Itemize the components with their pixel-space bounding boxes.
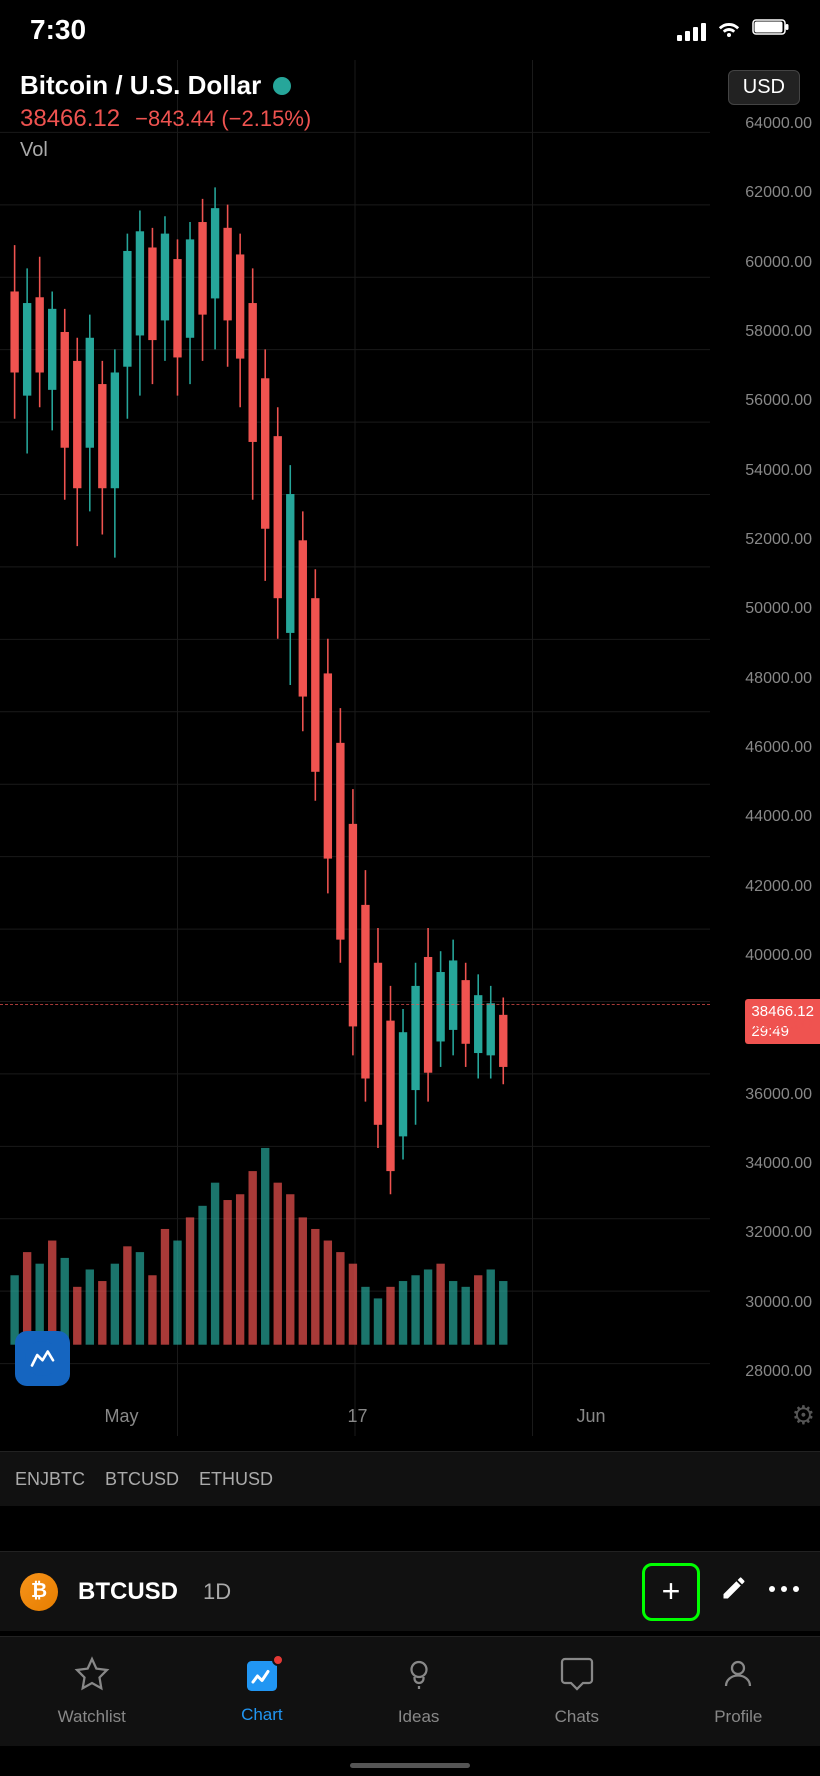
btc-symbol-icon: ₿ bbox=[31, 1580, 47, 1603]
y-label-42000: 42000.00 bbox=[710, 878, 812, 896]
ticker-bar: ENJBTC BTCUSD ETHUSD bbox=[0, 1451, 820, 1506]
signal-bar-3 bbox=[693, 27, 698, 41]
vol-label: Vol bbox=[20, 139, 800, 162]
more-options-button[interactable] bbox=[768, 1578, 800, 1606]
y-label-28000: 28000.00 bbox=[710, 1363, 812, 1381]
symbol-text[interactable]: BTCUSD bbox=[78, 1578, 178, 1606]
add-chart-button[interactable]: + bbox=[642, 1563, 700, 1621]
signal-bars-icon bbox=[677, 19, 706, 41]
nav-chats-label: Chats bbox=[555, 1707, 599, 1727]
ticker-ethusd[interactable]: ETHUSD bbox=[199, 1469, 273, 1490]
chart-notification-badge bbox=[272, 1654, 284, 1666]
y-label-30000: 30000.00 bbox=[710, 1294, 812, 1312]
y-label-54000: 54000.00 bbox=[710, 462, 812, 480]
ellipsis-icon bbox=[768, 1578, 800, 1605]
tradingview-logo[interactable] bbox=[15, 1331, 70, 1386]
nav-chart-label: Chart bbox=[241, 1705, 283, 1725]
battery-icon bbox=[752, 17, 790, 43]
x-label-jun: Jun bbox=[576, 1406, 605, 1427]
y-label-36000: 36000.00 bbox=[710, 1086, 812, 1104]
x-label-may: May bbox=[104, 1406, 138, 1427]
watchlist-icon bbox=[74, 1656, 110, 1701]
signal-bar-1 bbox=[677, 35, 682, 41]
usd-button[interactable]: USD bbox=[728, 70, 800, 105]
current-price: 38466.12 bbox=[20, 105, 120, 133]
y-axis: 64000.00 62000.00 60000.00 58000.00 5600… bbox=[710, 60, 820, 1436]
nav-ideas[interactable]: Ideas bbox=[398, 1656, 440, 1727]
y-label-38000: 38000.00 bbox=[710, 1016, 812, 1034]
price-line bbox=[0, 1004, 710, 1005]
y-label-34000: 34000.00 bbox=[710, 1155, 812, 1173]
signal-bar-4 bbox=[701, 23, 706, 41]
y-label-62000: 62000.00 bbox=[710, 184, 812, 202]
y-label-50000: 50000.00 bbox=[710, 600, 812, 618]
y-label-48000: 48000.00 bbox=[710, 670, 812, 688]
y-label-58000: 58000.00 bbox=[710, 323, 812, 341]
btc-logo: ₿ bbox=[20, 1573, 58, 1611]
status-icons bbox=[677, 17, 790, 43]
bottom-toolbar: ₿ BTCUSD 1D + bbox=[0, 1551, 820, 1631]
nav-ideas-label: Ideas bbox=[398, 1707, 440, 1727]
wifi-icon bbox=[716, 17, 742, 43]
signal-bar-2 bbox=[685, 31, 690, 41]
draw-button[interactable] bbox=[720, 1574, 748, 1609]
y-label-56000: 56000.00 bbox=[710, 392, 812, 410]
ticker-enjbtc[interactable]: ENJBTC bbox=[15, 1469, 85, 1490]
y-label-60000: 60000.00 bbox=[710, 254, 812, 272]
y-label-32000: 32000.00 bbox=[710, 1224, 812, 1242]
timeframe-text[interactable]: 1D bbox=[203, 1579, 231, 1605]
pencil-icon bbox=[720, 1574, 748, 1602]
candlestick-chart bbox=[0, 60, 710, 1391]
chart-header: Bitcoin / U.S. Dollar 38466.12 −843.44 (… bbox=[0, 60, 820, 167]
x-axis: May 17 Jun bbox=[0, 1396, 710, 1436]
chats-icon bbox=[559, 1656, 595, 1701]
status-bar: 7:30 bbox=[0, 0, 820, 60]
profile-icon bbox=[720, 1656, 756, 1701]
ideas-icon bbox=[401, 1656, 437, 1701]
live-dot-icon bbox=[273, 77, 291, 95]
pair-name: Bitcoin / U.S. Dollar bbox=[20, 70, 261, 101]
nav-profile[interactable]: Profile bbox=[714, 1656, 762, 1727]
nav-chart[interactable]: Chart bbox=[241, 1658, 283, 1725]
plus-icon: + bbox=[662, 1573, 681, 1610]
home-indicator bbox=[350, 1763, 470, 1768]
nav-profile-label: Profile bbox=[714, 1707, 762, 1727]
nav-chart-badge bbox=[244, 1658, 280, 1699]
y-label-46000: 46000.00 bbox=[710, 739, 812, 757]
status-time: 7:30 bbox=[30, 14, 86, 46]
tradingview-logo-icon bbox=[25, 1341, 60, 1376]
bottom-nav: Watchlist Chart Ideas Chats bbox=[0, 1636, 820, 1746]
nav-watchlist[interactable]: Watchlist bbox=[58, 1656, 126, 1727]
nav-watchlist-label: Watchlist bbox=[58, 1707, 126, 1727]
chart-area[interactable]: 38466.12 29:49 64000.00 62000.00 60000.0… bbox=[0, 60, 820, 1436]
chart-settings-gear-icon[interactable]: ⚙ bbox=[792, 1400, 815, 1431]
y-label-44000: 44000.00 bbox=[710, 808, 812, 826]
price-change: −843.44 (−2.15%) bbox=[135, 106, 311, 132]
nav-chats[interactable]: Chats bbox=[555, 1656, 599, 1727]
ticker-btcusd[interactable]: BTCUSD bbox=[105, 1469, 179, 1490]
y-label-52000: 52000.00 bbox=[710, 531, 812, 549]
x-label-17: 17 bbox=[347, 1406, 367, 1427]
y-label-40000: 40000.00 bbox=[710, 947, 812, 965]
